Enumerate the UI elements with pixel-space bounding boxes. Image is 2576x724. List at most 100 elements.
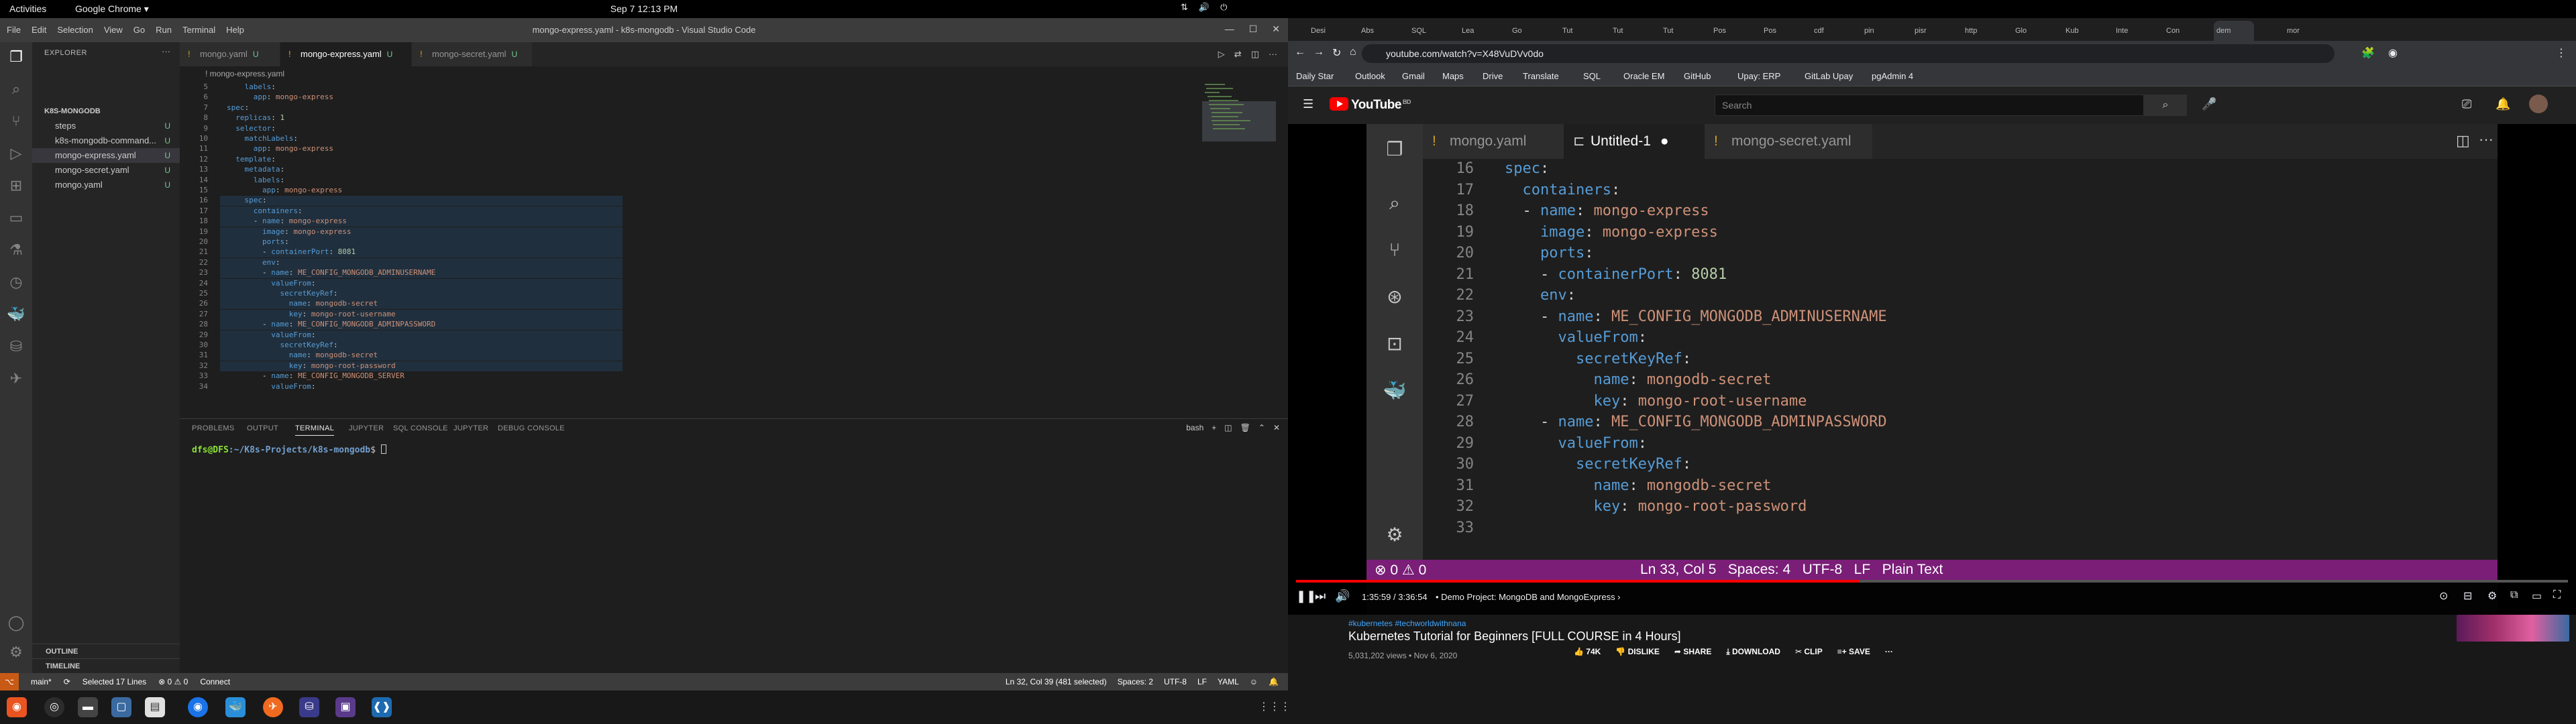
minimap[interactable] (1202, 81, 1276, 418)
user-avatar[interactable] (2529, 95, 2548, 113)
panel-tab-problems[interactable]: PROBLEMS (192, 424, 235, 432)
database-icon[interactable]: ⛁ (7, 337, 25, 356)
system-tray[interactable]: ⇅ 🔊 ⏻ (1181, 2, 1227, 13)
terminal-app-icon[interactable]: ▬ (78, 697, 98, 717)
bookmark[interactable]: pgAdmin 4 (1872, 71, 1913, 81)
source-control-icon[interactable]: ⑂ (7, 112, 25, 131)
teams-app-icon[interactable]: ▣ (335, 697, 356, 717)
browser-tab[interactable]: Lea (1459, 21, 1479, 41)
files-icon[interactable]: ❐ (7, 48, 25, 66)
browser-tab[interactable]: Desi (1308, 21, 1328, 41)
theater-icon[interactable]: ▭ (2532, 589, 2542, 603)
pause-icon[interactable]: ❚❚ (1296, 589, 1316, 603)
workspace-root[interactable]: K8S-MONGODB (32, 104, 180, 119)
browser-tab[interactable]: pisr (1912, 21, 1932, 41)
create-video-icon[interactable]: ⎚ (2462, 97, 2471, 111)
split-editor-icon[interactable]: ◫ (1251, 49, 1259, 60)
indentation[interactable]: Spaces: 2 (1118, 677, 1153, 686)
dislike-button[interactable]: 👎 DISLIKE (1615, 647, 1660, 657)
explorer-item-selected[interactable]: mongo-express.yaml U (32, 148, 180, 163)
remote-explorer-icon[interactable]: ▭ (7, 208, 25, 227)
vscode-app-icon[interactable]: ❰❱ (372, 697, 392, 717)
git-branch[interactable]: main* (31, 677, 52, 686)
settings-gear-icon[interactable]: ⚙ (7, 643, 25, 662)
settings-icon[interactable]: ⚙ (2487, 589, 2497, 603)
youtube-logo[interactable]: YouTube BD (1330, 97, 1411, 113)
bookmark[interactable]: Daily Star (1296, 71, 1334, 81)
explorer-item[interactable]: mongo-secret.yaml U (32, 163, 180, 178)
maximize-panel-icon[interactable]: ⌃ (1258, 423, 1265, 432)
timeline-icon[interactable]: ◷ (7, 273, 25, 292)
postman-app-icon[interactable]: ✈ (263, 697, 283, 717)
miniplayer-icon[interactable]: ⧉ (2510, 589, 2518, 601)
volume-icon[interactable]: 🔊 (1335, 589, 1350, 603)
browser-tab[interactable]: Con (2163, 21, 2184, 41)
address-bar[interactable]: youtube.com/watch?v=X48VuDVv0do (1362, 44, 2334, 63)
extensions-icon[interactable]: 🧩 (2361, 46, 2375, 60)
ad-thumbnail[interactable] (2457, 615, 2569, 642)
terminal-shell-select[interactable]: bash (1186, 423, 1203, 432)
download-button[interactable]: ⤓ DOWNLOAD (1726, 647, 1780, 657)
panel-tab-output[interactable]: OUTPUT (247, 424, 278, 432)
browser-tab[interactable]: Inte (2113, 21, 2133, 41)
terminal-output[interactable]: dfs@DFS:~/K8s-Projects/k8s-mongodb$ (192, 444, 386, 455)
video-player[interactable]: ❐ ⌕ ⑂ ⊛ ⊡ 🐳 ⚙ ! mongo.yaml ⊏ Untitled-1 ● !… (1288, 124, 2576, 615)
close-panel-icon[interactable]: ✕ (1273, 423, 1280, 432)
docker-app-icon[interactable]: 🐳 (225, 697, 246, 717)
bookmark[interactable]: Outlook (1355, 71, 1385, 81)
more-actions-icon[interactable]: ··· (162, 46, 170, 56)
problems-status[interactable]: ⊗ 0 ⚠ 0 (158, 677, 188, 686)
settings-app-icon[interactable]: ◎ (44, 697, 64, 717)
reload-icon[interactable]: ↻ (1332, 46, 1341, 60)
tab-mongo-secret-yaml[interactable]: ! mongo-secret.yaml U (412, 42, 533, 66)
panel-tab-jupyter-2[interactable]: JUPYTER (453, 424, 488, 432)
browser-tab[interactable]: Tut (1610, 21, 1630, 41)
feedback-icon[interactable]: ☺ (1250, 677, 1258, 686)
encoding[interactable]: UTF-8 (1164, 677, 1187, 686)
chrome-app-icon[interactable]: ◉ (188, 697, 208, 717)
subtitles-icon[interactable]: ⊟ (2463, 589, 2472, 603)
trash-icon[interactable]: 🗑 (1240, 423, 1250, 432)
hamburger-menu-icon[interactable]: ☰ (1303, 97, 1313, 111)
code-editor[interactable]: 5 labels: 6 app: mongo-express 7 spec: 8 rep… (180, 81, 1288, 418)
notifications-bell-icon[interactable]: 🔔 (2496, 97, 2510, 111)
bookmark[interactable]: Gmail (1402, 71, 1425, 81)
bookmark[interactable]: GitHub (1684, 71, 1711, 81)
account-icon[interactable]: ◯ (7, 613, 25, 632)
cursor-position[interactable]: Ln 32, Col 39 (481 selected) (1006, 677, 1107, 686)
bookmark[interactable]: Oracle EM (1623, 71, 1664, 81)
testing-icon[interactable]: ⚗ (7, 241, 25, 259)
like-button[interactable]: 👍 74K (1574, 647, 1601, 657)
sync-icon[interactable]: ⟳ (64, 677, 70, 686)
browser-tab[interactable]: Kub (2063, 21, 2083, 41)
hashtags[interactable]: #kubernetes #techworldwithnana (1348, 619, 1466, 628)
forward-icon[interactable]: → (1313, 46, 1324, 58)
browser-tab[interactable]: Go (1509, 21, 1529, 41)
browser-tab[interactable]: cdf (1811, 21, 1831, 41)
compare-icon[interactable]: ⇄ (1234, 49, 1242, 60)
browser-tab[interactable]: dem (2214, 21, 2254, 41)
split-terminal-icon[interactable]: ◫ (1224, 423, 1232, 432)
dbeaver-app-icon[interactable]: ⛁ (299, 697, 319, 717)
panel-tab-terminal[interactable]: TERMINAL (295, 424, 335, 436)
browser-tab[interactable]: Abs (1358, 21, 1379, 41)
chapter-title[interactable]: • Demo Project: MongoDB and MongoExpress… (1436, 592, 1621, 602)
minimize-icon[interactable]: — (1225, 23, 1234, 35)
search-icon[interactable]: ⌕ (7, 80, 25, 99)
end-of-line[interactable]: LF (1197, 677, 1207, 686)
youtube-search-button[interactable]: ⌕ (2144, 95, 2187, 116)
ubuntu-menu-icon[interactable]: ◉ (7, 697, 27, 717)
browser-tab[interactable]: Pos (1761, 21, 1781, 41)
profile-icon[interactable]: ◉ (2388, 46, 2398, 60)
remote-icon[interactable]: ⌥ (0, 673, 19, 690)
new-terminal-icon[interactable]: + (1212, 423, 1216, 432)
panel-tab-debug-console[interactable]: DEBUG CONSOLE (498, 424, 565, 432)
maximize-icon[interactable]: ☐ (1249, 23, 1258, 35)
bookmark[interactable]: SQL (1583, 71, 1601, 81)
microphone-icon[interactable]: 🎤 (2202, 97, 2216, 111)
autoplay-toggle[interactable]: ⊙ (2439, 589, 2448, 603)
next-icon[interactable]: ⏭ (1315, 589, 1326, 603)
extensions-icon[interactable]: ⊞ (7, 176, 25, 195)
youtube-search-input[interactable]: Search (1715, 95, 2144, 116)
back-icon[interactable]: ← (1295, 46, 1305, 58)
